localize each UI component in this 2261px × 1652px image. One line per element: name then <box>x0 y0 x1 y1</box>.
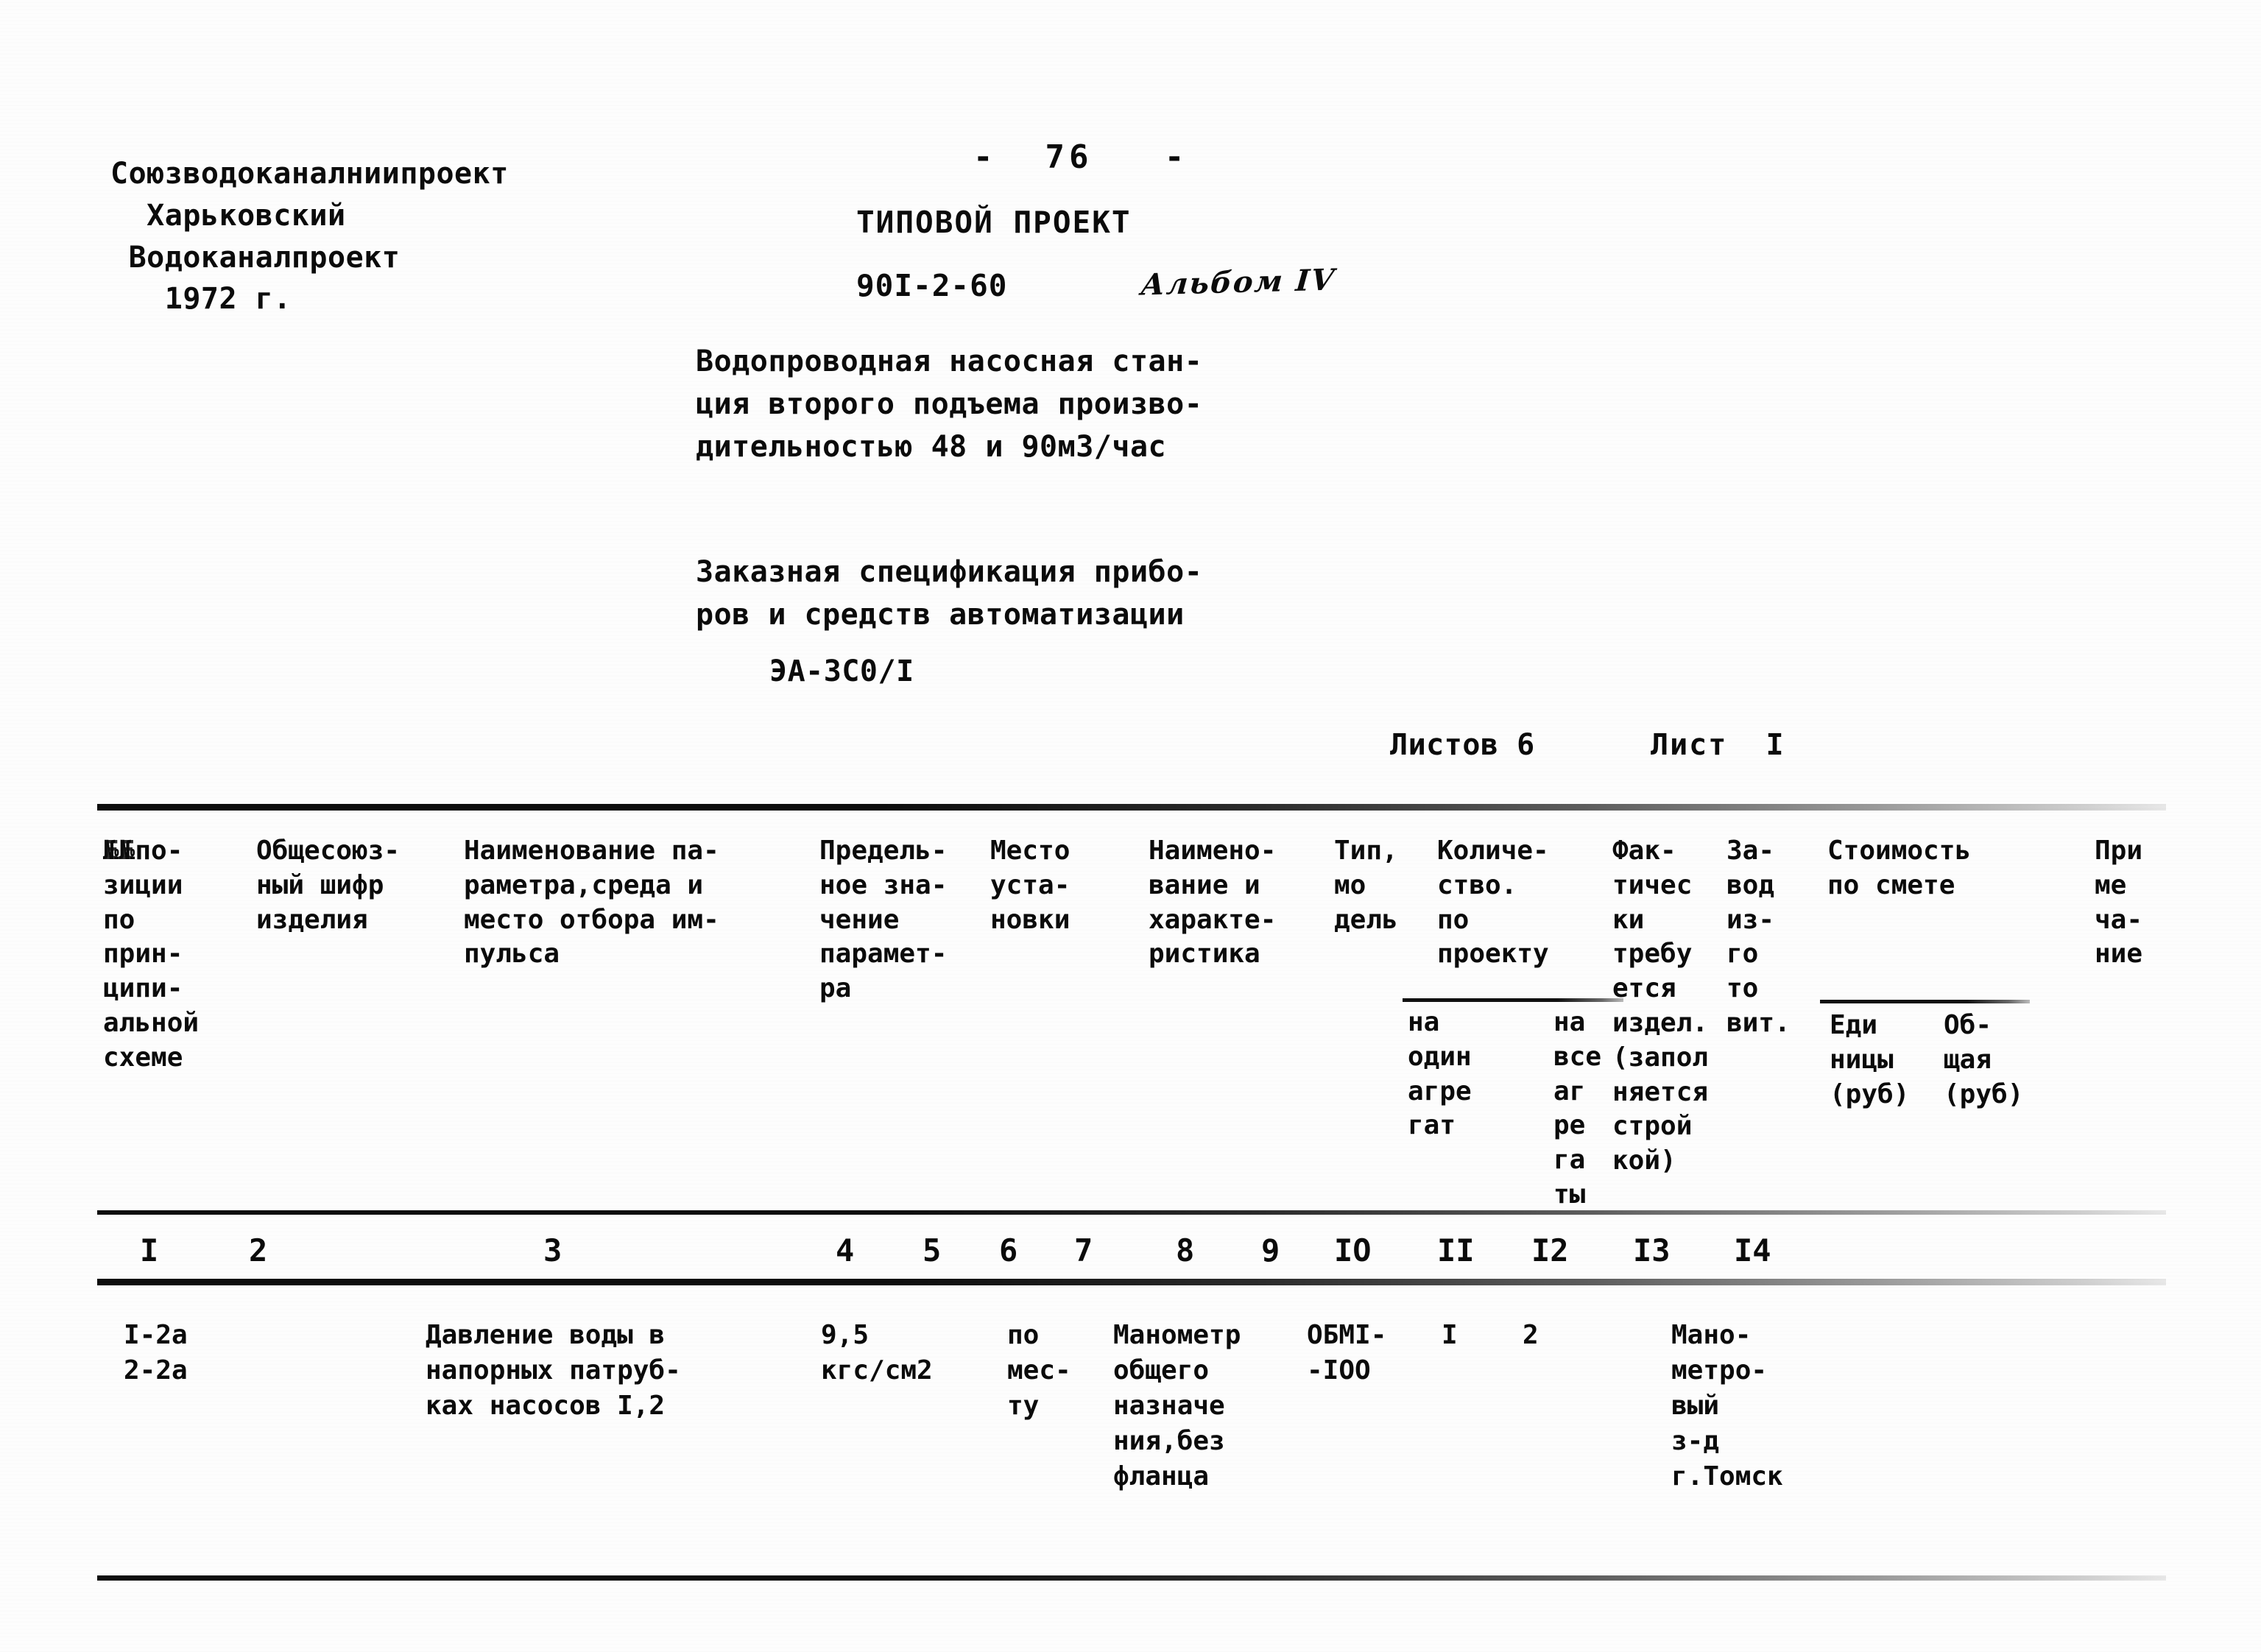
column-number-13: I3 <box>1633 1232 1671 1268</box>
column-number-7: 7 <box>1074 1232 1093 1268</box>
table-bottom-rule <box>97 1575 2166 1581</box>
cost-group-subrule <box>1820 1000 2030 1003</box>
column-number-14: I4 <box>1734 1232 1771 1268</box>
album-handwritten-note: Альбом IV <box>1139 262 1337 303</box>
sheet-number-label: Лист I <box>1651 728 1785 762</box>
column-header-notes: При ме ча- ние <box>2095 836 2143 970</box>
column-number-5: 5 <box>923 1232 942 1268</box>
specification-code: ЭА-3С0/I <box>769 654 914 688</box>
page-number: - 76 - <box>973 138 1189 176</box>
column-header-cost-total: Об- щая (руб) <box>1944 1010 2024 1109</box>
cell-manufacturer: Мано- метро- вый з-д г.Томск <box>1671 1320 1783 1492</box>
cell-quantity-per-unit: I <box>1442 1320 1458 1350</box>
column-number-2: 2 <box>249 1232 268 1268</box>
cell-type-model: ОБМI- -IOO <box>1307 1320 1387 1386</box>
column-header-cost-unit: Еди ницы (руб) <box>1830 1010 1910 1109</box>
column-header-quantity-group: Количе- ство. по проекту <box>1437 836 1549 970</box>
column-number-4: 4 <box>836 1232 855 1268</box>
document-code: 90I-2-60 <box>856 268 1008 303</box>
column-number-6: 6 <box>999 1232 1018 1268</box>
column-header-parameter-name: Наименование па- раметра,среда и место о… <box>464 836 719 970</box>
table-top-rule <box>97 804 2166 811</box>
column-number-11: II <box>1437 1232 1475 1268</box>
column-header-type-model: Тип, мо дель <box>1334 836 1398 935</box>
column-header-quantity-all-units: на все аг ре га ты <box>1553 1007 1602 1210</box>
column-number-8: 8 <box>1176 1232 1195 1268</box>
organization-block: Союзводоканалниипроект Харьковский Водок… <box>110 157 509 317</box>
sheets-total-label: Листов 6 <box>1390 728 1535 762</box>
column-header-install-location: Место уста- новки <box>990 836 1070 935</box>
column-header-actually-required: Фак- тичес ки требу ется издел. (запол н… <box>1612 836 1709 1176</box>
quantity-group-subrule <box>1403 998 1623 1002</box>
document-type-title: ТИПОВОЙ ПРОЕКТ <box>856 205 1132 240</box>
column-header-position-number: №№по- зиции по прин- ципи- альной схеме <box>103 836 200 1073</box>
cell-limit-value: 9,5 кгс/см2 <box>821 1320 933 1386</box>
column-header-manufacturer: За- вод из- го то вит. <box>1726 836 1791 1038</box>
column-header-cost-group: Стоимость по смете <box>1827 836 1972 900</box>
object-description: Водопроводная насосная стан- ция второго… <box>696 345 1203 464</box>
column-number-3: 3 <box>543 1232 562 1268</box>
column-header-quantity-per-unit: на один агре гат <box>1408 1007 1472 1141</box>
document-page: Союзводоканалниипроект Харьковский Водок… <box>0 0 2261 1652</box>
column-number-12: I2 <box>1531 1232 1569 1268</box>
column-number-1: I <box>140 1232 159 1268</box>
cell-parameter-name: Давление воды в напорных патруб- ках нас… <box>426 1320 681 1421</box>
cell-install-location: по мес- ту <box>1007 1320 1071 1421</box>
column-number-10: IO <box>1334 1232 1372 1268</box>
cell-quantity-all-units: 2 <box>1523 1320 1539 1350</box>
cell-name-and-characteristic: Манометр общего назначе ния,без фланца <box>1113 1320 1241 1492</box>
column-header-union-code: Общесоюз- ный шифр изделия <box>256 836 401 935</box>
column-header-limit-value: Предель- ное зна- чение парамет- ра <box>819 836 948 1004</box>
cell-position-number: I-2а 2-2а <box>124 1320 188 1386</box>
table-header-bottom-rule <box>97 1210 2166 1215</box>
table-column-number-rule <box>97 1279 2166 1285</box>
specification-title: Заказная спецификация прибо- ров и средс… <box>696 555 1203 632</box>
column-header-name-and-characteristic: Наимено- вание и характе- ристика <box>1149 836 1277 970</box>
column-number-9: 9 <box>1261 1232 1280 1268</box>
